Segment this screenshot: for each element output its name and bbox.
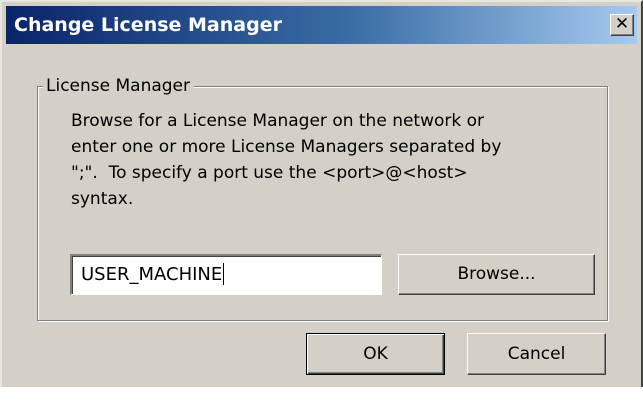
background-strip [0,387,643,402]
ok-button[interactable]: OK [306,333,445,375]
dialog-title: Change License Manager [14,14,282,36]
instructions-line: Browse for a License Manager on the netw… [71,111,485,131]
license-manager-input-value: USER_MACHINE [81,263,225,287]
title-bar[interactable]: Change License Manager ✕ [6,6,637,44]
license-manager-input[interactable]: USER_MACHINE [70,254,382,295]
cancel-button[interactable]: Cancel [467,333,606,375]
close-button[interactable]: ✕ [610,14,634,36]
text-caret [223,263,225,285]
instructions-line: ";". To specify a port use the <port>@<h… [71,163,468,183]
instructions-line: enter one or more License Managers separ… [71,137,502,157]
instructions-text: Browse for a License Manager on the netw… [71,108,591,212]
instructions-line: syntax. [71,189,134,209]
close-icon: ✕ [614,14,630,34]
browse-button[interactable]: Browse... [398,254,595,295]
groupbox-legend: License Manager [43,74,195,98]
input-text: USER_MACHINE [81,264,223,285]
